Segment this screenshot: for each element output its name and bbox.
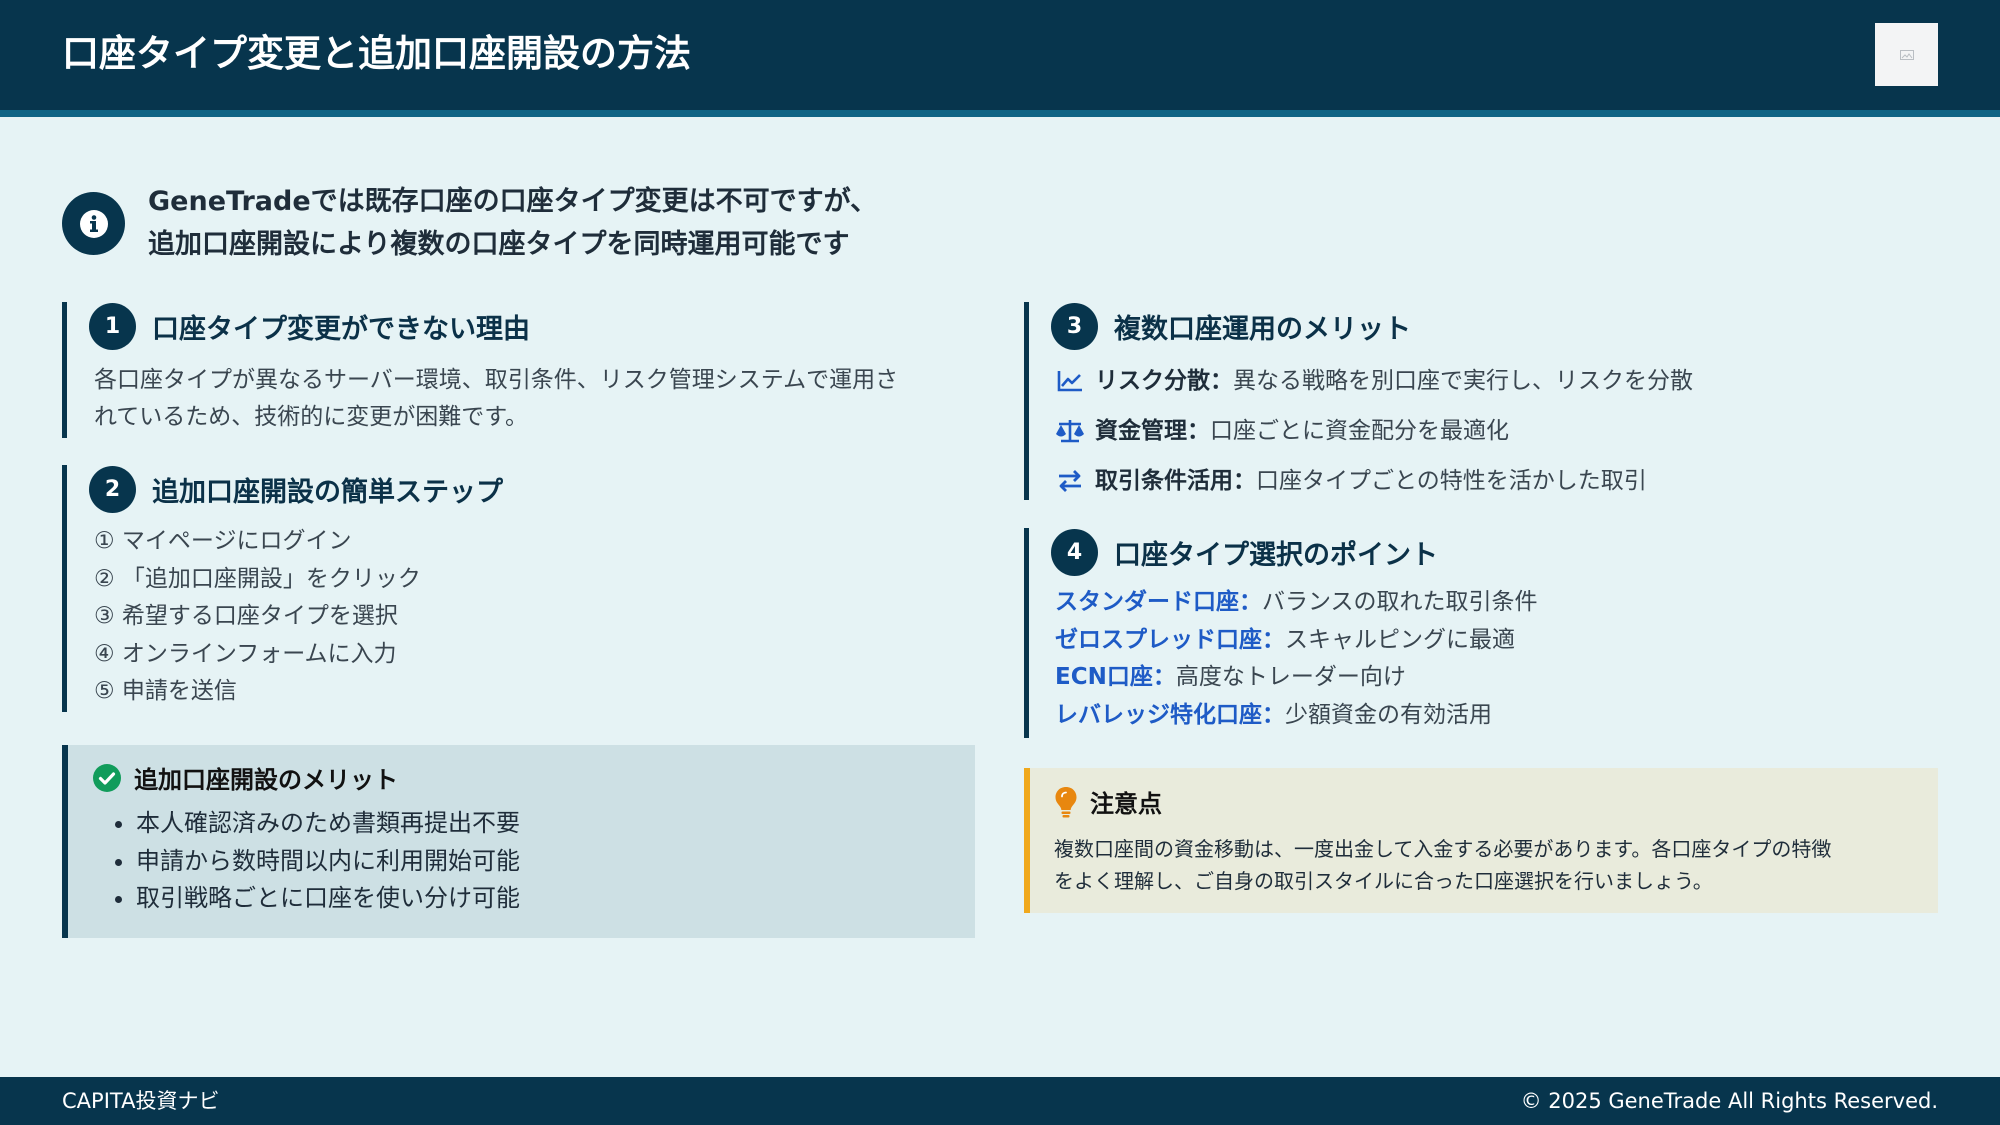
body-line-2: れているため、技術的に変更が困難です。 — [94, 404, 529, 430]
section-body: 各口座タイプが異なるサーバー環境、取引条件、リスク管理システムで運用さ れている… — [94, 362, 994, 436]
section-no-type-change: 1 口座タイプ変更ができない理由 各口座タイプが異なるサーバー環境、取引条件、リ… — [62, 302, 992, 438]
merit-desc: 口座タイプごとの特性を活かした取引 — [1256, 467, 1647, 494]
merit-callout: 追加口座開設のメリット 本人確認済みのため書類再提出不要 申請から数時間以内に利… — [62, 745, 975, 938]
intro-text: GeneTradeでは既存口座の口座タイプ変更は不可ですが、 追加口座開設により… — [148, 180, 1048, 266]
section-multi-account-merits: 3 複数口座運用のメリット リスク分散： 異なる戦略を別口座で実行し、リスクを分… — [1024, 302, 1938, 500]
header-bar: 口座タイプ変更と追加口座開設の方法 — [0, 0, 2000, 117]
step-item: ① マイページにログイン — [94, 528, 352, 554]
step-item: ② 「追加口座開設」をクリック — [94, 565, 421, 592]
type-desc: 少額資金の有効活用 — [1285, 701, 1492, 728]
steps-list: ① マイページにログイン ② 「追加口座開設」をクリック ③ 希望する口座タイプ… — [94, 523, 421, 711]
exchange-icon — [1055, 466, 1085, 496]
lightbulb-icon — [1055, 786, 1077, 817]
merit-desc: 異なる戦略を別口座で実行し、リスクを分散 — [1233, 367, 1693, 394]
type-label: レバレッジ特化口座： — [1055, 701, 1285, 728]
merit-row: リスク分散： 異なる戦略を別口座で実行し、リスクを分散 — [1055, 356, 1693, 406]
section-title: 口座タイプ選択のポイント — [1114, 539, 1438, 571]
caution-callout: 注意点 複数口座間の資金移動は、一度出金して入金する必要があります。各口座タイプ… — [1024, 768, 1938, 913]
merit-item: 申請から数時間以内に利用開始可能 — [136, 843, 520, 881]
section-heading: 1 口座タイプ変更ができない理由 — [89, 302, 530, 350]
caution-line-1: 複数口座間の資金移動は、一度出金して入金する必要があります。各口座タイプの特徴 — [1054, 837, 1832, 861]
info-icon — [62, 192, 125, 255]
type-label: ECN口座： — [1055, 664, 1176, 690]
merit-list: 本人確認済みのため書類再提出不要 申請から数時間以内に利用開始可能 取引戦略ごと… — [92, 805, 520, 918]
footer-bar: CAPITA投資ナビ © 2025 GeneTrade All Rights R… — [0, 1077, 2000, 1125]
type-desc: バランスの取れた取引条件 — [1262, 589, 1538, 615]
caution-heading: 注意点 — [1054, 784, 1162, 819]
caution-body: 複数口座間の資金移動は、一度出金して入金する必要があります。各口座タイプの特徴 … — [1054, 833, 1914, 897]
section-type-selection: 4 口座タイプ選択のポイント スタンダード口座：バランスの取れた取引条件 ゼロス… — [1024, 528, 1938, 738]
account-type-item: スタンダード口座：バランスの取れた取引条件 — [1055, 584, 1538, 622]
section-heading: 4 口座タイプ選択のポイント — [1051, 528, 1438, 576]
merit-title: 追加口座開設のメリット — [134, 766, 398, 794]
account-type-item: ECN口座：高度なトレーダー向け — [1055, 659, 1538, 697]
merit-heading: 追加口座開設のメリット — [92, 760, 398, 795]
broken-image-icon — [1899, 49, 1914, 60]
section-number-badge: 3 — [1051, 302, 1098, 350]
merit-row: 取引条件活用： 口座タイプごとの特性を活かした取引 — [1055, 456, 1693, 506]
intro-line-1: GeneTradeでは既存口座の口座タイプ変更は不可ですが、 — [148, 186, 878, 217]
intro-line-2: 追加口座開設により複数の口座タイプを同時運用可能です — [148, 229, 850, 260]
section-number-badge: 2 — [89, 465, 136, 513]
logo-placeholder — [1875, 23, 1938, 86]
account-type-list: スタンダード口座：バランスの取れた取引条件 ゼロスプレッド口座：スキャルピングに… — [1055, 584, 1538, 734]
check-circle-icon — [93, 763, 121, 792]
type-desc: 高度なトレーダー向け — [1175, 664, 1406, 690]
step-item: ③ 希望する口座タイプを選択 — [94, 603, 398, 629]
page-title: 口座タイプ変更と追加口座開設の方法 — [62, 32, 691, 75]
account-type-item: ゼロスプレッド口座：スキャルピングに最適 — [1055, 622, 1538, 660]
merit-row: 資金管理： 口座ごとに資金配分を最適化 — [1055, 406, 1693, 456]
caution-line-2: をよく理解し、ご自身の取引スタイルに合った口座選択を行いましょう。 — [1054, 869, 1713, 893]
section-account-steps: 2 追加口座開設の簡単ステップ ① マイページにログイン ② 「追加口座開設」を… — [62, 465, 992, 712]
step-item: ④ オンラインフォームに入力 — [94, 640, 397, 667]
footer-copyright: © 2025 GeneTrade All Rights Reserved. — [1520, 1089, 1938, 1113]
section-title: 複数口座運用のメリット — [1114, 313, 1411, 345]
step-item: ⑤ 申請を送信 — [94, 678, 237, 704]
chart-line-icon — [1055, 366, 1085, 396]
section-number-badge: 1 — [89, 302, 136, 350]
section-heading: 3 複数口座運用のメリット — [1051, 302, 1411, 350]
section-title: 追加口座開設の簡単ステップ — [152, 476, 503, 508]
merit-item: 取引戦略ごとに口座を使い分け可能 — [136, 880, 520, 918]
caution-title: 注意点 — [1090, 790, 1162, 818]
merits-list: リスク分散： 異なる戦略を別口座で実行し、リスクを分散 資金管理： 口座ごとに資… — [1055, 356, 1693, 506]
merit-label: 取引条件活用： — [1095, 467, 1256, 494]
footer-brand: CAPITA投資ナビ — [62, 1089, 220, 1113]
merit-item: 本人確認済みのため書類再提出不要 — [136, 805, 520, 843]
account-type-item: レバレッジ特化口座：少額資金の有効活用 — [1055, 697, 1538, 735]
body-line-1: 各口座タイプが異なるサーバー環境、取引条件、リスク管理システムで運用さ — [94, 367, 899, 393]
type-label: ゼロスプレッド口座： — [1055, 626, 1285, 653]
merit-label: 資金管理： — [1095, 417, 1210, 444]
section-heading: 2 追加口座開設の簡単ステップ — [89, 465, 503, 513]
type-desc: スキャルピングに最適 — [1285, 626, 1515, 653]
section-title: 口座タイプ変更ができない理由 — [152, 313, 530, 345]
type-label: スタンダード口座： — [1055, 589, 1262, 615]
balance-scale-icon — [1055, 416, 1085, 446]
section-number-badge: 4 — [1051, 528, 1098, 576]
merit-label: リスク分散： — [1095, 367, 1233, 394]
merit-desc: 口座ごとに資金配分を最適化 — [1210, 417, 1509, 444]
